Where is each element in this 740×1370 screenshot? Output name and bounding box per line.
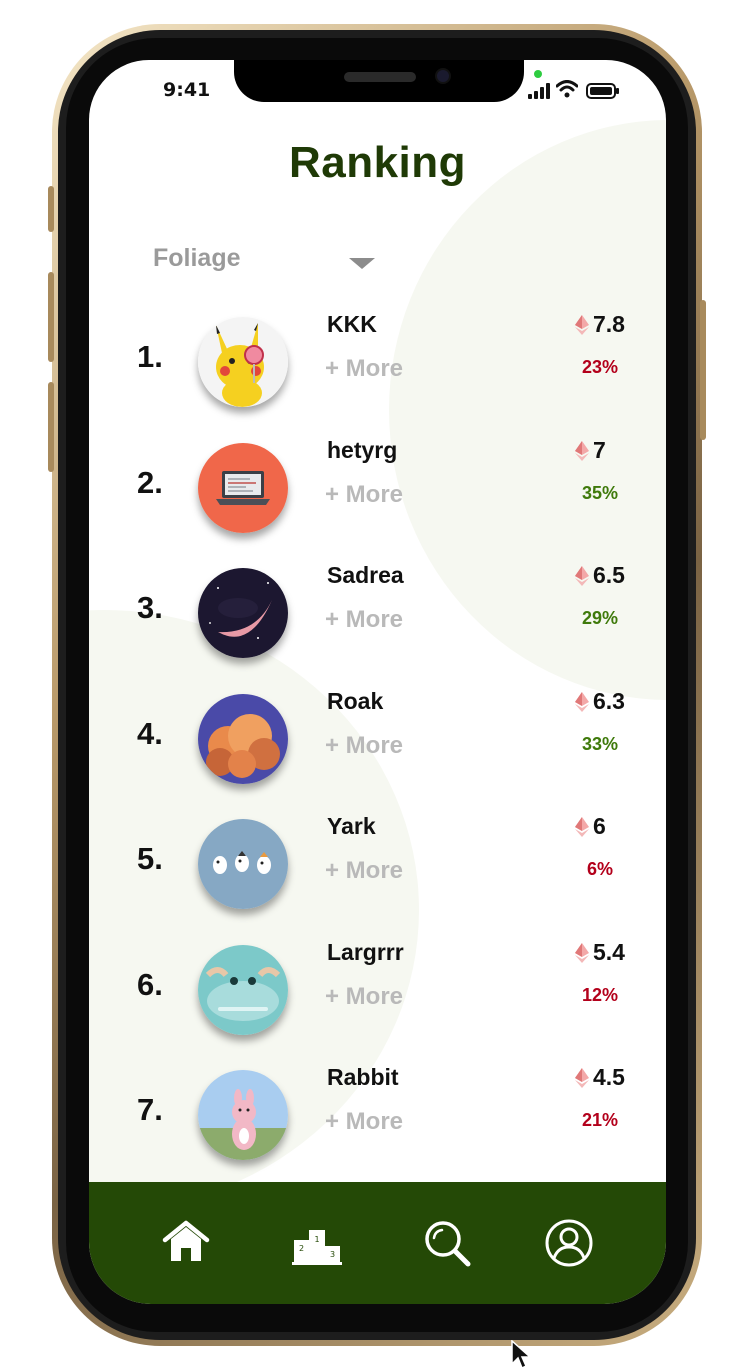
ethereum-icon [575,691,589,716]
change-percent: 21% [581,1110,619,1130]
status-time: 9:41 [163,79,211,101]
camera-indicator-dot [534,70,542,78]
score: 7.8 [569,311,649,341]
home-icon[interactable] [161,1218,211,1268]
mouse-cursor-icon [511,1340,532,1370]
change-percent: 35% [581,482,619,503]
more-link[interactable]: + More [325,355,403,383]
caret-down-icon[interactable] [349,258,375,269]
rank-number: 4. [137,715,163,751]
score: 6.5 [569,562,649,592]
change-percent: 33% [581,733,619,754]
ethereum-icon [575,817,589,841]
more-link[interactable]: + More [325,1108,403,1136]
change-percent: 12% [581,984,619,1005]
smile-avatar[interactable] [198,944,288,1035]
more-link[interactable]: + More [325,606,403,634]
volume-down-button [48,382,54,472]
category-dropdown[interactable]: Foliage [153,244,383,278]
score-value: 6 [593,813,606,839]
more-link[interactable]: + More [325,983,403,1011]
ethereum-icon [575,315,589,339]
ranking-row[interactable]: 1. KKK + More 7.8 23% [89,311,666,417]
rank-number: 6. [137,966,163,1002]
laptop-avatar[interactable] [198,442,288,533]
ranking-row[interactable]: 7. Rabbit + More 4.5 21% [89,1064,666,1170]
mute-switch [48,186,54,232]
ranking-row[interactable]: 6. Largrrr + More 5.4 12% [89,939,666,1045]
speaker [344,72,416,82]
score: 6 [569,813,649,843]
volume-up-button [48,272,54,362]
more-link[interactable]: + More [325,857,403,885]
ethereum-icon [575,440,589,465]
score-value: 5.4 [593,938,625,965]
ranking-row[interactable]: 3. Sadrea + More 6.5 29% [89,562,666,668]
birds-avatar[interactable] [198,819,288,909]
power-button [700,300,706,440]
svg-text:1: 1 [314,1235,319,1244]
collection-name[interactable]: Roak [327,688,383,715]
moon-avatar[interactable] [198,568,288,658]
more-link[interactable]: + More [325,481,403,509]
score-value: 7 [593,436,606,463]
rank-number: 2. [137,464,163,500]
dropdown-selected-value: Foliage [153,244,241,272]
rank-number: 1. [137,339,163,374]
svg-text:3: 3 [330,1250,335,1259]
score-value: 6.3 [593,687,625,714]
score-value: 7.8 [593,311,625,337]
ethereum-icon [575,1068,589,1092]
cloud-avatar[interactable] [198,693,288,784]
battery-icon [586,83,619,99]
score: 7 [569,437,649,467]
collection-name[interactable]: Sadrea [327,562,404,589]
bottom-nav: 1 2 3 [89,1182,666,1304]
profile-icon[interactable] [544,1218,594,1268]
collection-name[interactable]: hetyrg [327,437,397,464]
score-value: 6.5 [593,562,625,588]
change-percent: 23% [581,357,619,377]
app-screen: 9:41 Ranking Foliage 1. KKK + More 7.8 23% 2.… [89,60,666,1304]
wifi-icon [556,80,578,98]
pikachu-avatar[interactable] [198,317,288,407]
collection-name[interactable]: Yark [327,813,376,840]
signal-icon [528,83,550,99]
ethereum-icon [575,942,589,967]
more-link[interactable]: + More [325,732,403,760]
podium-icon[interactable]: 1 2 3 [292,1218,342,1268]
ranking-row[interactable]: 4. Roak + More 6.3 33% [89,688,666,794]
score: 6.3 [569,688,649,718]
page-title: Ranking [288,138,467,187]
score: 5.4 [569,939,649,969]
score: 4.5 [569,1064,649,1094]
ethereum-icon [575,566,589,590]
rank-number: 7. [137,1092,163,1127]
collection-name[interactable]: KKK [327,311,377,338]
ranking-row[interactable]: 2. hetyrg + More 7 35% [89,437,666,543]
rank-number: 3. [137,590,163,625]
change-percent: 29% [581,608,619,628]
svg-text:2: 2 [299,1244,304,1253]
collection-name[interactable]: Largrrr [327,939,404,966]
score-value: 4.5 [593,1064,625,1090]
search-icon[interactable] [422,1218,472,1268]
front-camera [435,68,451,84]
ranking-row[interactable]: 5. Yark + More 6 6% [89,813,666,919]
notch [234,60,524,102]
change-percent: 6% [586,859,613,879]
rabbit-avatar[interactable] [198,1070,288,1160]
collection-name[interactable]: Rabbit [327,1064,399,1091]
rank-number: 5. [137,841,163,876]
